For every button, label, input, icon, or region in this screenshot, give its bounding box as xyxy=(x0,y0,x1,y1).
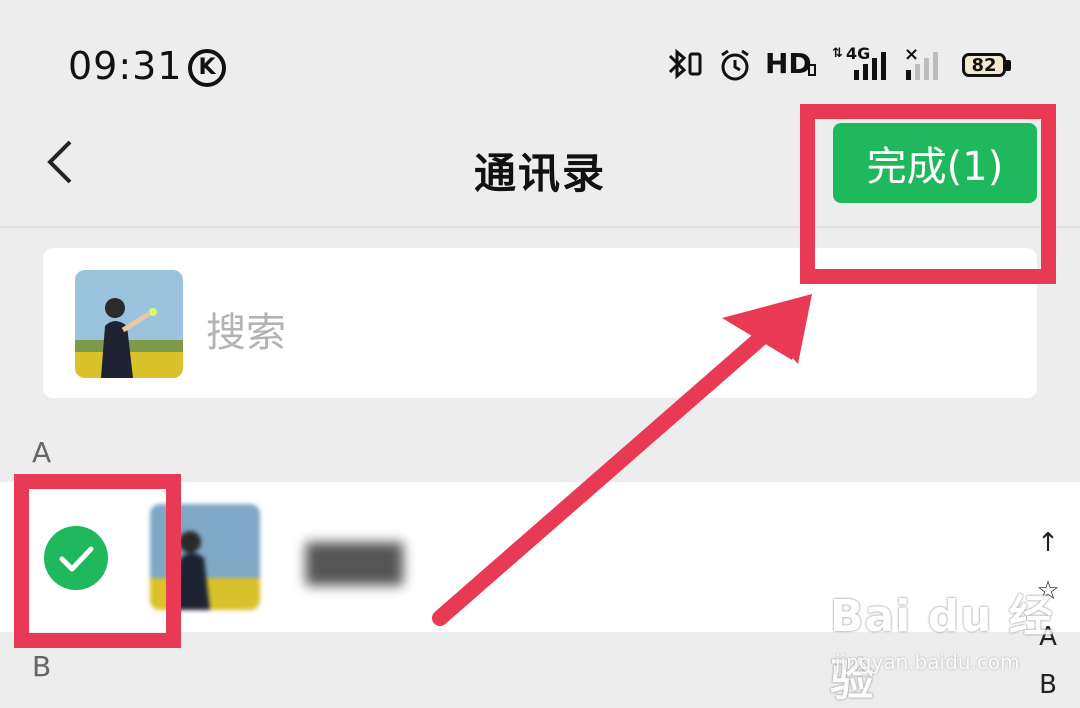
annotation-arrow xyxy=(432,294,812,626)
